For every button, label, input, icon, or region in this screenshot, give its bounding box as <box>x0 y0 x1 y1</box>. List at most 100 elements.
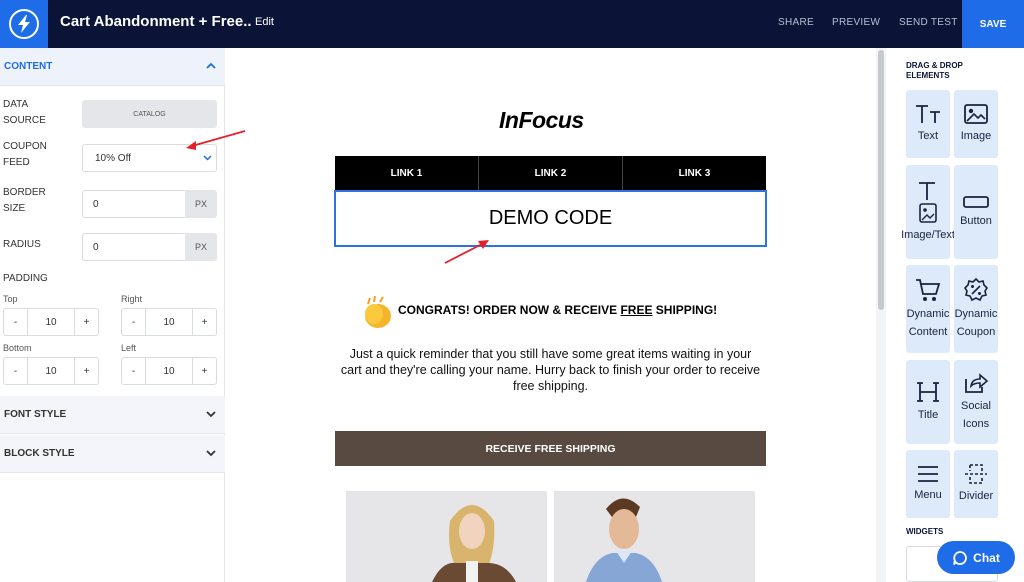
tile-label: Text <box>917 130 939 142</box>
padding-left-stepper: - 10 + <box>121 357 217 385</box>
border-size-unit: PX <box>185 190 217 218</box>
chat-label: Chat <box>973 550 1000 565</box>
content-section-header[interactable]: CONTENT <box>0 48 225 86</box>
padding-right-value[interactable]: 10 <box>146 309 192 335</box>
radius-unit: PX <box>185 233 217 261</box>
tile-label: Content <box>908 326 948 338</box>
element-tile-image[interactable]: Image <box>954 90 998 158</box>
padding-right-stepper: - 10 + <box>121 308 217 336</box>
padding-bottom-value[interactable]: 10 <box>28 358 74 384</box>
tile-label: Divider <box>958 490 994 502</box>
tile-label: Coupon <box>956 326 996 338</box>
increment-button[interactable]: + <box>74 309 98 335</box>
save-button[interactable]: SAVE <box>962 0 1024 48</box>
catalog-button[interactable]: CATALOG <box>82 100 217 128</box>
canvas-scroll-thumb[interactable] <box>878 50 884 310</box>
decrement-button[interactable]: - <box>122 309 146 335</box>
cart-icon <box>916 279 941 301</box>
email-headline: CONGRATS! ORDER NOW & RECEIVE FREE SHIPP… <box>398 303 717 317</box>
email-body-text: Just a quick reminder that you still hav… <box>340 347 761 393</box>
brand-logo: InFocus <box>499 107 584 133</box>
tile-label: Dynamic <box>906 308 950 320</box>
padding-bottom-stepper: - 10 + <box>3 357 99 385</box>
tile-label: Button <box>960 215 992 227</box>
padding-label: PADDING <box>3 273 48 284</box>
tile-label: Menu <box>914 489 942 501</box>
font-style-section-label: FONT STYLE <box>4 409 67 420</box>
element-tile-social-icons[interactable]: Social Icons <box>954 360 998 444</box>
coupon-feed-label-line1: COUPON <box>3 141 47 152</box>
headline-text: CONGRATS! ORDER NOW & RECEIVE <box>398 303 621 317</box>
block-style-section-header[interactable]: BLOCK STYLE <box>0 435 225 473</box>
email-nav-bar[interactable]: LINK 1 LINK 2 LINK 3 <box>335 156 766 190</box>
image-icon <box>964 104 988 124</box>
chevron-down-icon <box>206 450 216 457</box>
heading-icon <box>917 382 939 402</box>
coupon-feed-value: 10% Off <box>95 152 131 164</box>
chevron-up-icon <box>206 62 216 69</box>
padding-bottom-label: Bottom <box>3 343 32 353</box>
edit-title-link[interactable]: Edit <box>255 16 274 28</box>
text-icon <box>916 105 940 123</box>
coupon-feed-select[interactable]: 10% Off <box>82 144 217 172</box>
send-test-button[interactable]: SEND TEST <box>899 17 958 28</box>
drag-drop-heading: DRAG & DROP ELEMENTS <box>906 61 963 81</box>
chevron-down-icon <box>206 411 216 418</box>
coupon-code-block[interactable]: DEMO CODE <box>334 190 767 247</box>
decrement-button[interactable]: - <box>122 358 146 384</box>
preview-button[interactable]: PREVIEW <box>832 17 880 28</box>
increment-button[interactable]: + <box>192 309 216 335</box>
app-logo[interactable] <box>0 0 48 48</box>
drag-drop-heading-line1: DRAG & DROP <box>906 61 963 70</box>
coupon-feed-label: COUPON FEED <box>3 139 47 171</box>
padding-top-value[interactable]: 10 <box>28 309 74 335</box>
tile-label: Icons <box>962 418 990 430</box>
receive-free-shipping-button[interactable]: RECEIVE FREE SHIPPING <box>335 431 766 466</box>
radius-input[interactable]: 0 <box>82 233 185 261</box>
element-tile-divider[interactable]: Divider <box>954 450 998 518</box>
nav-link-3[interactable]: LINK 3 <box>623 156 766 190</box>
clapping-hands-icon <box>365 295 391 328</box>
widgets-heading: WIDGETS <box>906 527 944 536</box>
element-tile-button[interactable]: Button <box>954 165 998 259</box>
increment-button[interactable]: + <box>74 358 98 384</box>
element-tile-image-text[interactable]: Image/Text <box>901 165 955 259</box>
decrement-button[interactable]: - <box>4 309 28 335</box>
headline-text-end: SHIPPING! <box>652 303 718 317</box>
padding-top-stepper: - 10 + <box>3 308 99 336</box>
chat-bubble-icon <box>953 550 968 565</box>
element-tile-title[interactable]: Title <box>906 360 950 444</box>
border-size-label-line1: BORDER <box>3 187 46 198</box>
product-image-1 <box>346 491 547 582</box>
campaign-title: Cart Abandonment + Free.. <box>60 13 252 30</box>
divider-icon <box>965 464 987 484</box>
font-style-section-header[interactable]: FONT STYLE <box>0 396 225 434</box>
button-icon <box>963 196 989 208</box>
image-text-icon <box>919 182 937 223</box>
drag-drop-heading-line2: ELEMENTS <box>906 71 950 80</box>
chevron-down-icon <box>203 155 212 161</box>
menu-icon <box>918 466 938 482</box>
radius-label: RADIUS <box>3 239 41 250</box>
content-section-label: CONTENT <box>4 61 53 72</box>
increment-button[interactable]: + <box>192 358 216 384</box>
data-source-label: DATA SOURCE <box>3 97 46 129</box>
element-tile-text[interactable]: Text <box>906 90 950 158</box>
border-size-input[interactable]: 0 <box>82 190 185 218</box>
padding-top-label: Top <box>3 294 18 304</box>
headline-emphasis: FREE <box>620 303 653 317</box>
decrement-button[interactable]: - <box>4 358 28 384</box>
coupon-icon <box>963 277 989 302</box>
chat-button[interactable]: Chat <box>937 541 1015 574</box>
padding-left-label: Left <box>121 343 137 353</box>
share-button[interactable]: SHARE <box>778 17 814 28</box>
padding-left-value[interactable]: 10 <box>146 358 192 384</box>
data-source-label-line1: DATA <box>3 99 29 110</box>
nav-link-2[interactable]: LINK 2 <box>479 156 623 190</box>
element-tile-dynamic-content[interactable]: Dynamic Content <box>906 265 950 353</box>
element-tile-dynamic-coupon[interactable]: Dynamic Coupon <box>954 265 998 353</box>
border-size-label-line2: SIZE <box>3 203 26 214</box>
element-tile-menu[interactable]: Menu <box>906 450 950 518</box>
data-source-label-line2: SOURCE <box>3 115 46 126</box>
nav-link-1[interactable]: LINK 1 <box>335 156 479 190</box>
